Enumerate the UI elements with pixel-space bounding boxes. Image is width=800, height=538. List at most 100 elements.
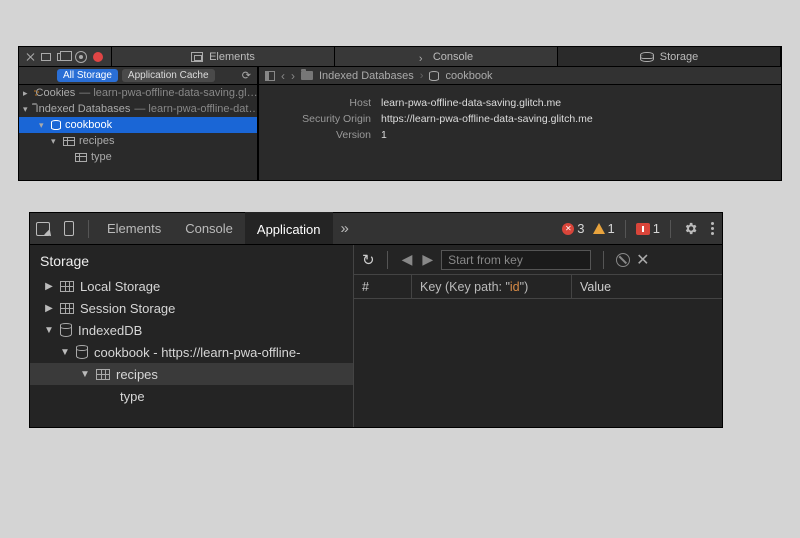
sidebar-item-db-cookbook[interactable]: ▼ cookbook - https://learn-pwa-offline- [30,341,353,363]
storage-grid-icon [60,281,74,292]
issues-badge[interactable]: 1 [632,221,664,236]
settings-button[interactable] [677,221,703,236]
element-picker-icon[interactable] [75,51,87,63]
filter-application-cache[interactable]: Application Cache [122,69,215,82]
sidebar-item-local-storage[interactable]: ▶ Local Storage [30,275,353,297]
sidebar-item-index-type[interactable]: type [30,385,353,407]
inspect-element-button[interactable] [30,222,56,236]
tree-store-recipes[interactable]: ▾ recipes [19,133,257,149]
separator [88,220,89,238]
chevron-down-icon: ▾ [23,104,28,115]
local-storage-label: Local Storage [80,279,160,294]
device-icon [64,221,74,236]
tab-elements-label: Elements [209,51,255,63]
index-name: type [91,151,112,163]
index-label: type [120,389,145,404]
table-icon [75,153,87,162]
tree-index-type[interactable]: type [19,149,257,165]
chevron-down-icon: ▼ [44,325,54,336]
tree-cookies[interactable]: ▸ Cookies — learn-pwa-offline-data-savin… [19,85,257,101]
dock-popout-icon[interactable] [57,53,69,61]
tab-console-label: Console [433,51,473,63]
tab-console[interactable]: Console [173,213,245,245]
breadcrumb-db[interactable]: cookbook [445,70,492,82]
tab-application-label: Application [257,222,321,237]
detail-val-version: 1 [381,129,387,141]
col-value[interactable]: Value [572,275,722,298]
tab-storage[interactable]: Storage [558,47,781,66]
tab-console[interactable]: Console [335,47,558,66]
sidebar-heading: Storage [30,251,353,275]
detail-val-origin: https://learn-pwa-offline-data-saving.gl… [381,113,593,125]
database-icon [429,71,439,81]
nav-back-icon[interactable]: ‹ [281,69,285,83]
more-options-button[interactable] [703,222,722,235]
tab-storage-label: Storage [660,51,699,63]
separator [387,251,388,269]
reload-icon[interactable]: ↻ [362,251,375,269]
elements-icon [191,52,203,62]
table-icon [63,137,75,146]
safari-db-details: Hostlearn-pwa-offline-data-saving.glitch… [259,85,781,153]
warnings-count: 1 [608,221,615,236]
sidebar-item-session-storage[interactable]: ▶ Session Storage [30,297,353,319]
storage-grid-icon [96,369,110,380]
dock-left-icon[interactable] [41,53,51,61]
storage-icon [640,52,654,62]
detail-val-host: learn-pwa-offline-data-saving.glitch.me [381,97,561,109]
tab-elements[interactable]: Elements [95,213,173,245]
separator [603,251,604,269]
chevron-down-icon: ▾ [51,136,59,147]
error-indicator-icon[interactable] [93,52,103,62]
error-icon: ✕ [562,223,574,235]
errors-badge[interactable]: ✕ 3 [558,221,588,236]
storage-grid-icon [60,303,74,314]
tab-elements-label: Elements [107,221,161,236]
page-prev-icon[interactable]: ◀ [400,251,415,268]
detail-key-version: Version [259,129,371,141]
detail-key-origin: Security Origin [259,113,371,125]
cookies-origin: — learn-pwa-offline-data-saving.gl… [79,87,257,99]
more-tabs-button[interactable]: » [333,220,357,237]
page-next-icon[interactable]: ▶ [420,251,435,268]
safari-window-controls [19,47,112,66]
col-value-label: Value [580,280,611,294]
breadcrumb-group[interactable]: Indexed Databases [319,70,414,82]
toggle-sidebar-icon[interactable] [265,71,275,81]
chrome-devtools-panel: Elements Console Application » ✕ 3 1 1 S… [30,213,722,427]
gear-icon [683,221,698,236]
chrome-table-header: # Key (Key path: "id") Value [354,275,722,299]
start-key-input[interactable]: Start from key [441,250,591,270]
warnings-badge[interactable]: 1 [589,221,619,236]
chevron-right-icon: ▶ [44,281,54,292]
close-icon[interactable] [27,53,35,61]
store-label: recipes [116,367,158,382]
safari-sidebar: All Storage Application Cache ⟳ ▸ Cookie… [19,67,259,180]
sidebar-item-indexeddb[interactable]: ▼ IndexedDB [30,319,353,341]
tab-application[interactable]: Application [245,212,333,244]
inspect-icon [36,222,50,236]
col-key[interactable]: Key (Key path: "id") [412,275,572,298]
delete-entry-icon[interactable]: ✕ [636,250,649,270]
filter-all-storage[interactable]: All Storage [57,69,118,82]
refresh-icon[interactable]: ⟳ [242,69,251,82]
issues-count: 1 [653,221,660,236]
tree-db-cookbook[interactable]: ▾ cookbook [19,117,257,133]
safari-storage-tree: ▸ Cookies — learn-pwa-offline-data-savin… [19,85,257,180]
nav-forward-icon[interactable]: › [291,69,295,83]
start-key-placeholder: Start from key [448,253,523,267]
db-name: cookbook [65,119,112,131]
chrome-data-toolbar: ↻ ◀ ▶ Start from key ✕ [354,245,722,275]
sidebar-item-store-recipes[interactable]: ▼ recipes [30,363,353,385]
safari-tab-bar: Elements Console Storage [19,47,781,67]
database-icon [51,120,61,130]
device-toggle-button[interactable] [56,221,82,236]
col-number[interactable]: # [354,275,412,298]
chevron-right-icon: ▶ [44,303,54,314]
separator [625,220,626,238]
tree-indexed-databases[interactable]: ▾ Indexed Databases — learn-pwa-offline-… [19,101,257,117]
chevron-down-icon: ▾ [39,120,47,131]
cookies-label: Cookies [36,87,76,99]
clear-store-icon[interactable] [616,253,630,267]
tab-elements[interactable]: Elements [112,47,335,66]
